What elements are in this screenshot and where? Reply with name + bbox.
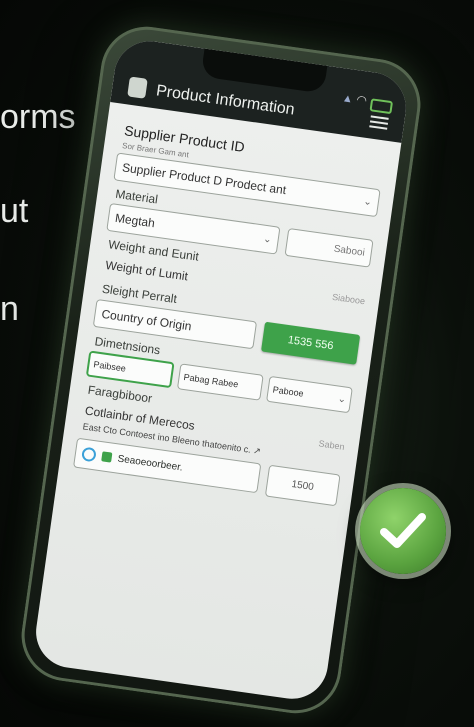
chevron-down-icon: ⌄ [262,233,273,246]
container-number: Saben [318,438,346,452]
side-text-3: n [0,290,19,328]
phone-notch [200,48,328,94]
checkmark-badge [360,488,446,574]
product-form: Supplier Product ID Sor Braer Gam ant Su… [73,116,386,507]
dim-2-value: Pabag Rabee [182,371,239,390]
circle-icon [81,446,97,463]
dim-3-value: Pabooe [272,384,305,399]
material-value: Megtah [114,210,156,231]
dim-1-value: Paibsee [92,359,127,374]
side-text-2: ut [0,192,29,230]
menu-icon[interactable] [369,112,389,130]
search-value: Seaoeoorbeer. [116,453,184,474]
app-icon [127,76,148,99]
weight-number: Siabooe [331,291,366,307]
chevron-down-icon: ⌄ [337,393,347,406]
tag-icon [101,451,113,463]
signal-icon: ▲ [341,92,354,106]
footer-number: 1500 [290,478,315,493]
wifi-icon: ◠ [355,92,368,108]
country-value: Country of Origin [100,306,193,334]
chevron-down-icon: ⌄ [362,195,373,208]
material-number: Sabooi [333,243,366,259]
checkmark-icon [380,513,426,548]
footer-number-field[interactable]: 1500 [264,464,341,507]
page-title: Product Information [155,82,296,119]
country-button-label: 1535 556 [287,334,335,353]
